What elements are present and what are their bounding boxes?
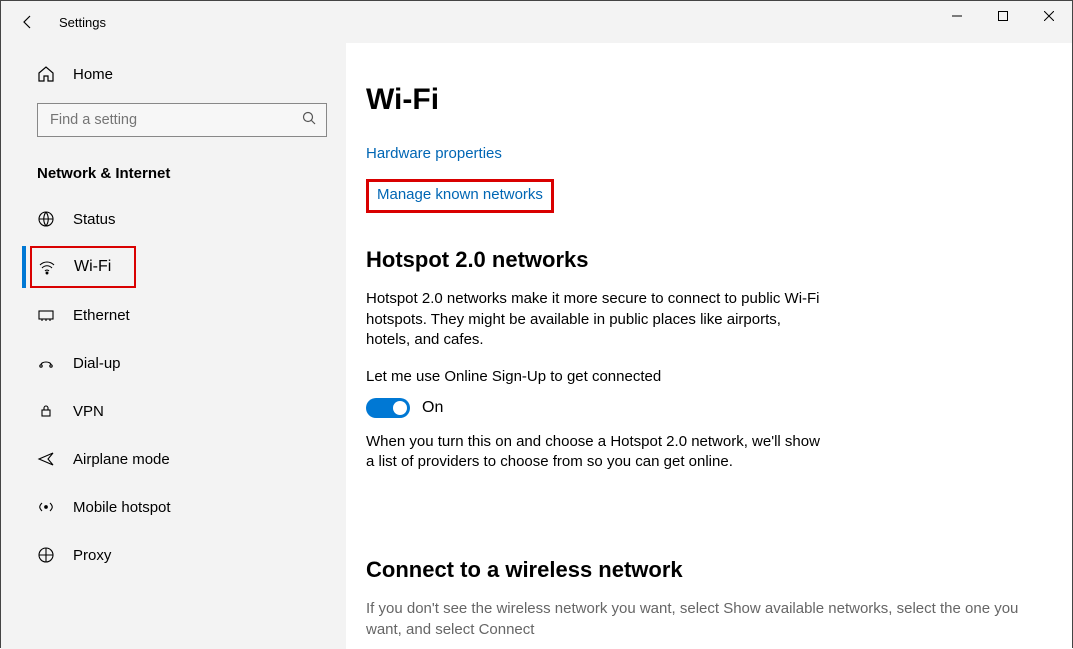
home-icon (37, 65, 55, 83)
manage-known-networks-highlight: Manage known networks (366, 179, 554, 213)
connect-heading: Connect to a wireless network (366, 557, 1042, 583)
sidebar-item-label: Mobile hotspot (73, 499, 171, 516)
airplane-icon (37, 450, 55, 468)
sidebar-item-hotspot[interactable]: Mobile hotspot (1, 486, 346, 528)
toggle-state: On (422, 399, 443, 417)
sidebar-item-status[interactable]: Status (1, 198, 346, 240)
online-signup-toggle[interactable] (366, 398, 410, 418)
titlebar: Settings (1, 1, 1072, 43)
toggle-label: Let me use Online Sign-Up to get connect… (366, 367, 826, 388)
sidebar-item-proxy[interactable]: Proxy (1, 534, 346, 576)
hardware-properties-link[interactable]: Hardware properties (366, 145, 502, 162)
sidebar-home-label: Home (73, 66, 113, 83)
sidebar-item-label: Ethernet (73, 307, 130, 324)
maximize-button[interactable] (980, 1, 1026, 31)
search-icon (302, 111, 316, 130)
dialup-icon (37, 354, 55, 372)
sidebar-item-label: Wi-Fi (74, 258, 111, 276)
status-icon (37, 210, 55, 228)
sidebar: Home Network & Internet Status (1, 43, 346, 649)
sidebar-item-label: Proxy (73, 547, 111, 564)
sidebar-item-label: Status (73, 211, 116, 228)
hotspot-heading: Hotspot 2.0 networks (366, 247, 1042, 273)
sidebar-nav: Status Wi-Fi Ethernet Dial-up (1, 192, 346, 576)
close-button[interactable] (1026, 1, 1072, 31)
sidebar-item-wifi[interactable]: Wi-Fi (30, 246, 136, 288)
hotspot-description: Hotspot 2.0 networks make it more secure… (366, 289, 826, 351)
proxy-icon (37, 546, 55, 564)
search-input[interactable] (48, 111, 302, 129)
hotspot-icon (37, 498, 55, 516)
hotspot-note: When you turn this on and choose a Hotsp… (366, 432, 826, 473)
content-pane: Wi-Fi Hardware properties Manage known n… (346, 43, 1072, 649)
sidebar-item-label: VPN (73, 403, 104, 420)
connect-description: If you don't see the wireless network yo… (366, 599, 1042, 640)
sidebar-item-vpn[interactable]: VPN (1, 390, 346, 432)
sidebar-item-ethernet[interactable]: Ethernet (1, 294, 346, 336)
window-title: Settings (59, 15, 106, 30)
window-controls (934, 1, 1072, 31)
sidebar-home[interactable]: Home (1, 57, 346, 91)
ethernet-icon (37, 306, 55, 324)
wifi-icon (38, 258, 56, 276)
page-title: Wi-Fi (366, 83, 1042, 117)
manage-known-networks-link[interactable]: Manage known networks (377, 186, 543, 203)
search-box[interactable] (37, 103, 327, 137)
sidebar-item-label: Airplane mode (73, 451, 170, 468)
sidebar-item-label: Dial-up (73, 355, 121, 372)
minimize-button[interactable] (934, 1, 980, 31)
back-button[interactable] (19, 13, 37, 31)
sidebar-item-airplane[interactable]: Airplane mode (1, 438, 346, 480)
sidebar-item-dialup[interactable]: Dial-up (1, 342, 346, 384)
sidebar-category: Network & Internet (1, 137, 346, 192)
vpn-icon (37, 402, 55, 420)
